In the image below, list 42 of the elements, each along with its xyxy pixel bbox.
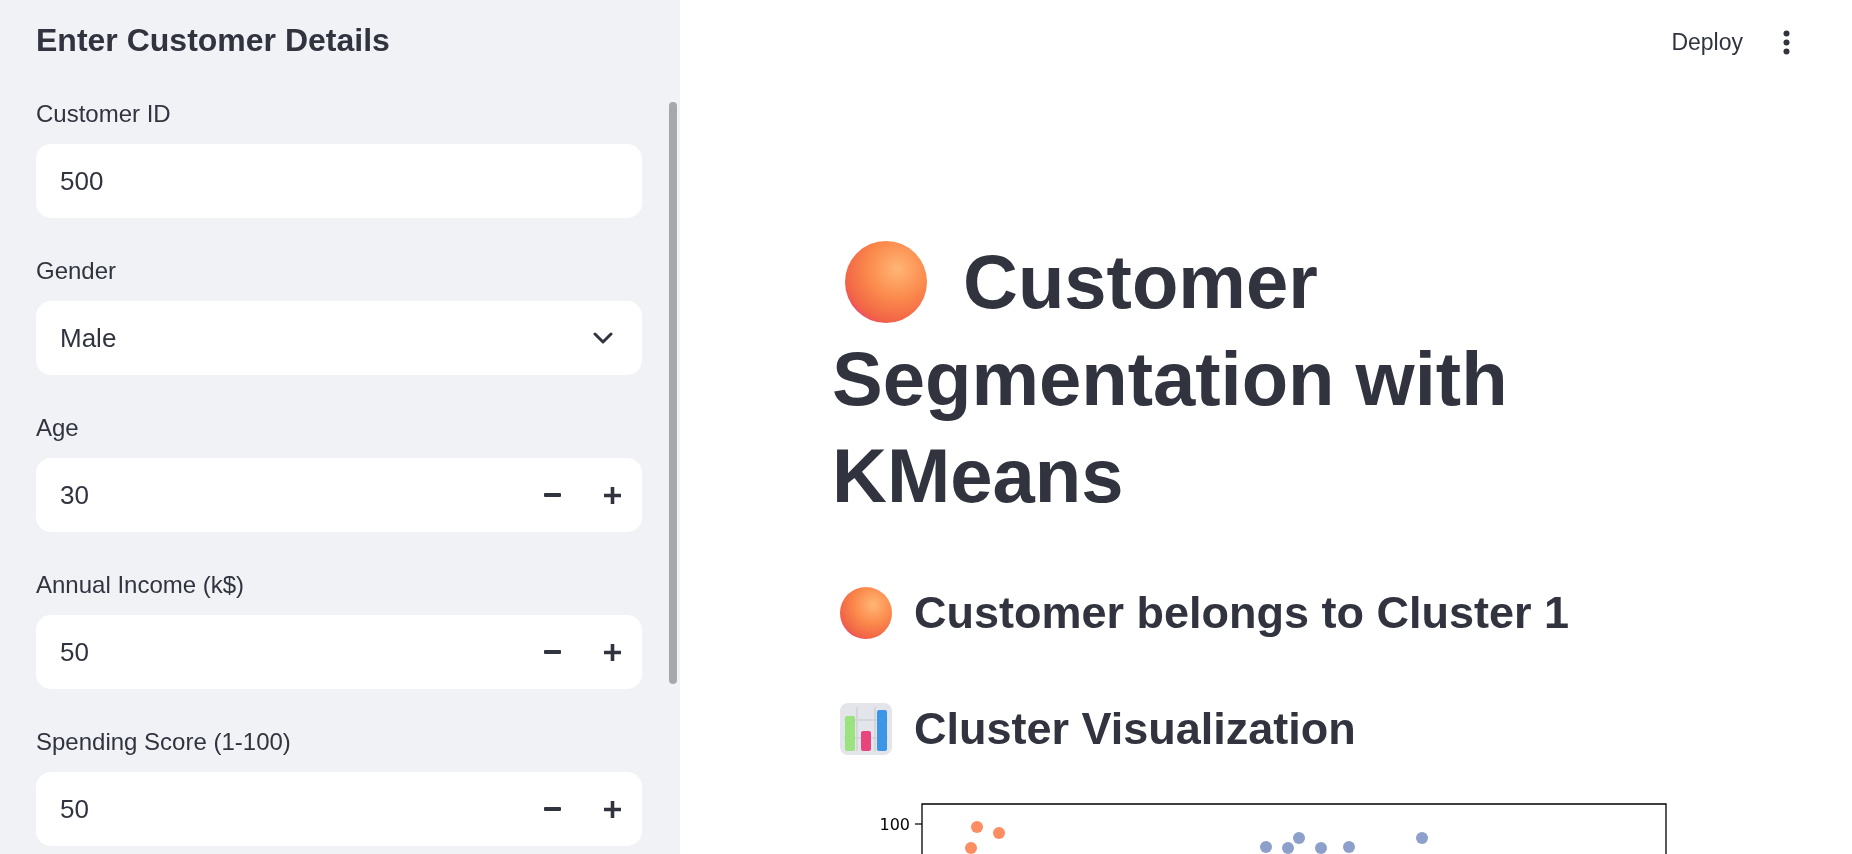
field-label: Gender <box>36 257 118 285</box>
bar-chart-icon <box>840 703 892 755</box>
scrollbar-thumb[interactable] <box>669 102 677 684</box>
data-point <box>1260 841 1272 853</box>
ball-icon <box>840 587 892 639</box>
data-point <box>1293 832 1305 844</box>
page-title: Customer <box>963 238 1318 326</box>
minus-icon <box>543 493 561 497</box>
number-input[interactable]: 30 <box>36 458 642 532</box>
data-point <box>971 821 983 833</box>
plus-icon <box>603 800 621 818</box>
number-field[interactable]: 30 <box>60 479 514 511</box>
field-label: Annual Income (k$) <box>36 571 246 599</box>
data-point <box>993 827 1005 839</box>
dropdown[interactable]: Male <box>36 301 642 375</box>
deploy-button[interactable]: Deploy <box>1663 22 1751 62</box>
data-point <box>1315 842 1327 854</box>
data-point <box>965 842 977 854</box>
text-input[interactable]: 500 <box>36 144 642 218</box>
page-title: Segmentation with KMeans <box>832 335 1509 520</box>
data-point <box>1343 841 1355 853</box>
section-heading: Cluster Visualization <box>914 702 1356 756</box>
axis-tick-label: 100 <box>879 815 910 834</box>
number-input[interactable]: 50 <box>36 772 642 846</box>
field-label: Age <box>36 414 80 442</box>
result-heading: Customer belongs to Cluster 1 <box>914 586 1570 640</box>
minus-icon <box>543 807 561 811</box>
minus-icon <box>543 650 561 654</box>
number-field[interactable]: 50 <box>60 636 514 668</box>
number-input[interactable]: 50 <box>36 615 642 689</box>
ball-icon <box>845 240 927 323</box>
tick-mark <box>914 823 923 825</box>
vertical-dots-icon <box>1783 29 1790 55</box>
number-field[interactable]: 50 <box>60 793 514 825</box>
sidebar-heading: Enter Customer Details <box>36 21 391 60</box>
data-point <box>1282 842 1294 854</box>
field-label: Customer ID <box>36 100 172 128</box>
field-label: Spending Score (1-100) <box>36 728 292 756</box>
plus-icon <box>603 643 621 661</box>
chevron-down-icon <box>593 332 613 344</box>
plus-icon <box>603 486 621 504</box>
data-point <box>1416 832 1428 844</box>
